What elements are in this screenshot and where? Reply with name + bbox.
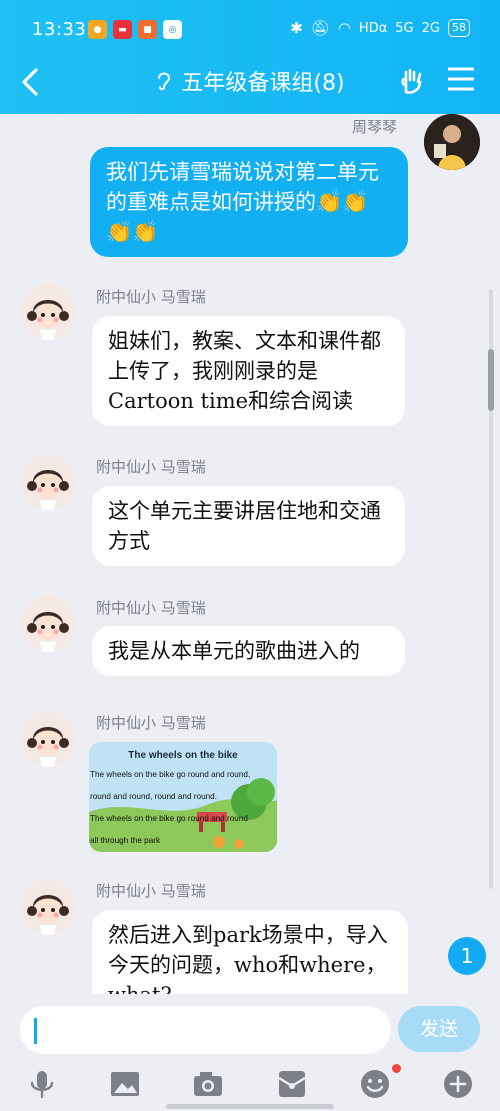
app-notification-icon: ◎ (163, 20, 182, 39)
sender-name: 附中仙小 马雪瑞 (96, 288, 206, 306)
scrollbar-thumb[interactable] (488, 349, 494, 411)
app-notification-icon: ● (88, 20, 107, 39)
notification-icons: ● ▬ ■ ◎ (88, 20, 182, 39)
avatar[interactable] (20, 596, 76, 652)
ear-icon (158, 72, 171, 91)
image-line: all through the park (90, 836, 161, 845)
red-packet-icon[interactable] (276, 1068, 308, 1100)
menu-icon[interactable] (448, 66, 474, 92)
new-message-badge[interactable]: 1 (448, 937, 486, 975)
group-name: 五年级备课组(8) (181, 71, 345, 96)
sender-name: 附中仙小 马雪瑞 (96, 599, 206, 617)
sender-name: 附中仙小 马雪瑞 (96, 882, 206, 900)
sender-name: 附中仙小 马雪瑞 (96, 714, 206, 732)
mute-icon: 🔕︎ (310, 19, 330, 37)
message-input[interactable] (20, 1006, 391, 1054)
message-list[interactable]: 周琴琴 我们先请雪瑞说说对第二单元的重难点是如何讲授的👏👏👏👏 附中仙小 马雪瑞… (0, 114, 500, 994)
text-caret (34, 1018, 37, 1044)
cartoon-girl-avatar-icon (20, 711, 76, 767)
cartoon-girl-avatar-icon (20, 596, 76, 652)
cartoon-girl-avatar-icon (20, 284, 76, 340)
home-indicator[interactable] (166, 1104, 334, 1109)
message-bubble[interactable]: 然后进入到park场景中，导入今天的问题，who和where，what? (92, 910, 408, 994)
cartoon-girl-avatar-icon (20, 454, 76, 510)
avatar[interactable] (20, 454, 76, 510)
camera-icon[interactable] (192, 1068, 224, 1100)
emoji-icon[interactable] (359, 1068, 391, 1100)
avatar[interactable] (20, 284, 76, 340)
image-line: The wheels on the bike go round and roun… (90, 770, 251, 779)
message-bubble[interactable]: 这个单元主要讲居住地和交通方式 (92, 486, 405, 566)
avatar[interactable] (20, 879, 76, 935)
sender-name: 周琴琴 (352, 118, 398, 136)
user-photo-icon (424, 114, 480, 170)
message-bubble[interactable]: 姐妹们，教案、文本和课件都上传了，我刚刚录的是Cartoon time和综合阅读 (92, 316, 405, 426)
send-button[interactable]: 发送 (398, 1006, 480, 1052)
wifi-icon: ◠ (337, 19, 351, 37)
plus-icon[interactable] (442, 1068, 474, 1100)
red-dot-badge (392, 1064, 401, 1073)
bluetooth-icon: ✱ (290, 19, 303, 37)
top-bar: 13:33 ● ▬ ■ ◎ ✱ 🔕︎ ◠ HDα 5G 2G 58 五年级备课组… (0, 0, 500, 114)
image-line: round and round, round and round. (90, 792, 218, 801)
avatar[interactable] (424, 114, 480, 170)
image-icon[interactable] (109, 1068, 141, 1100)
message-bubble-mine[interactable]: 我们先请雪瑞说说对第二单元的重难点是如何讲授的👏👏👏👏 (90, 147, 408, 257)
cartoon-girl-avatar-icon (20, 879, 76, 935)
message-bubble[interactable]: 我是从本单元的歌曲进入的 (92, 626, 405, 676)
image-title: The wheels on the bike (128, 750, 238, 761)
signal-5g: 5G (395, 20, 414, 36)
avatar[interactable] (20, 711, 76, 767)
system-icons: ✱ 🔕︎ ◠ HDα 5G 2G 58 (290, 19, 470, 37)
battery-icon: 58 (448, 19, 470, 37)
image-line: The wheels on the bike go round and roun… (90, 814, 248, 823)
microphone-icon[interactable] (26, 1068, 58, 1100)
image-message[interactable]: The wheels on the bike The wheels on the… (89, 742, 277, 852)
signal-2g: 2G (421, 20, 440, 36)
sender-name: 附中仙小 马雪瑞 (96, 458, 206, 476)
app-notification-icon: ■ (138, 20, 157, 39)
hand-gesture-icon[interactable] (398, 66, 428, 96)
chat-header: 五年级备课组(8) (0, 56, 500, 114)
network-label: HDα (358, 20, 388, 36)
status-time: 13:33 (32, 19, 87, 40)
input-bar: 发送 (0, 994, 500, 1111)
app-notification-icon: ▬ (113, 20, 132, 39)
status-bar: 13:33 ● ▬ ■ ◎ ✱ 🔕︎ ◠ HDα 5G 2G 58 (0, 0, 500, 60)
